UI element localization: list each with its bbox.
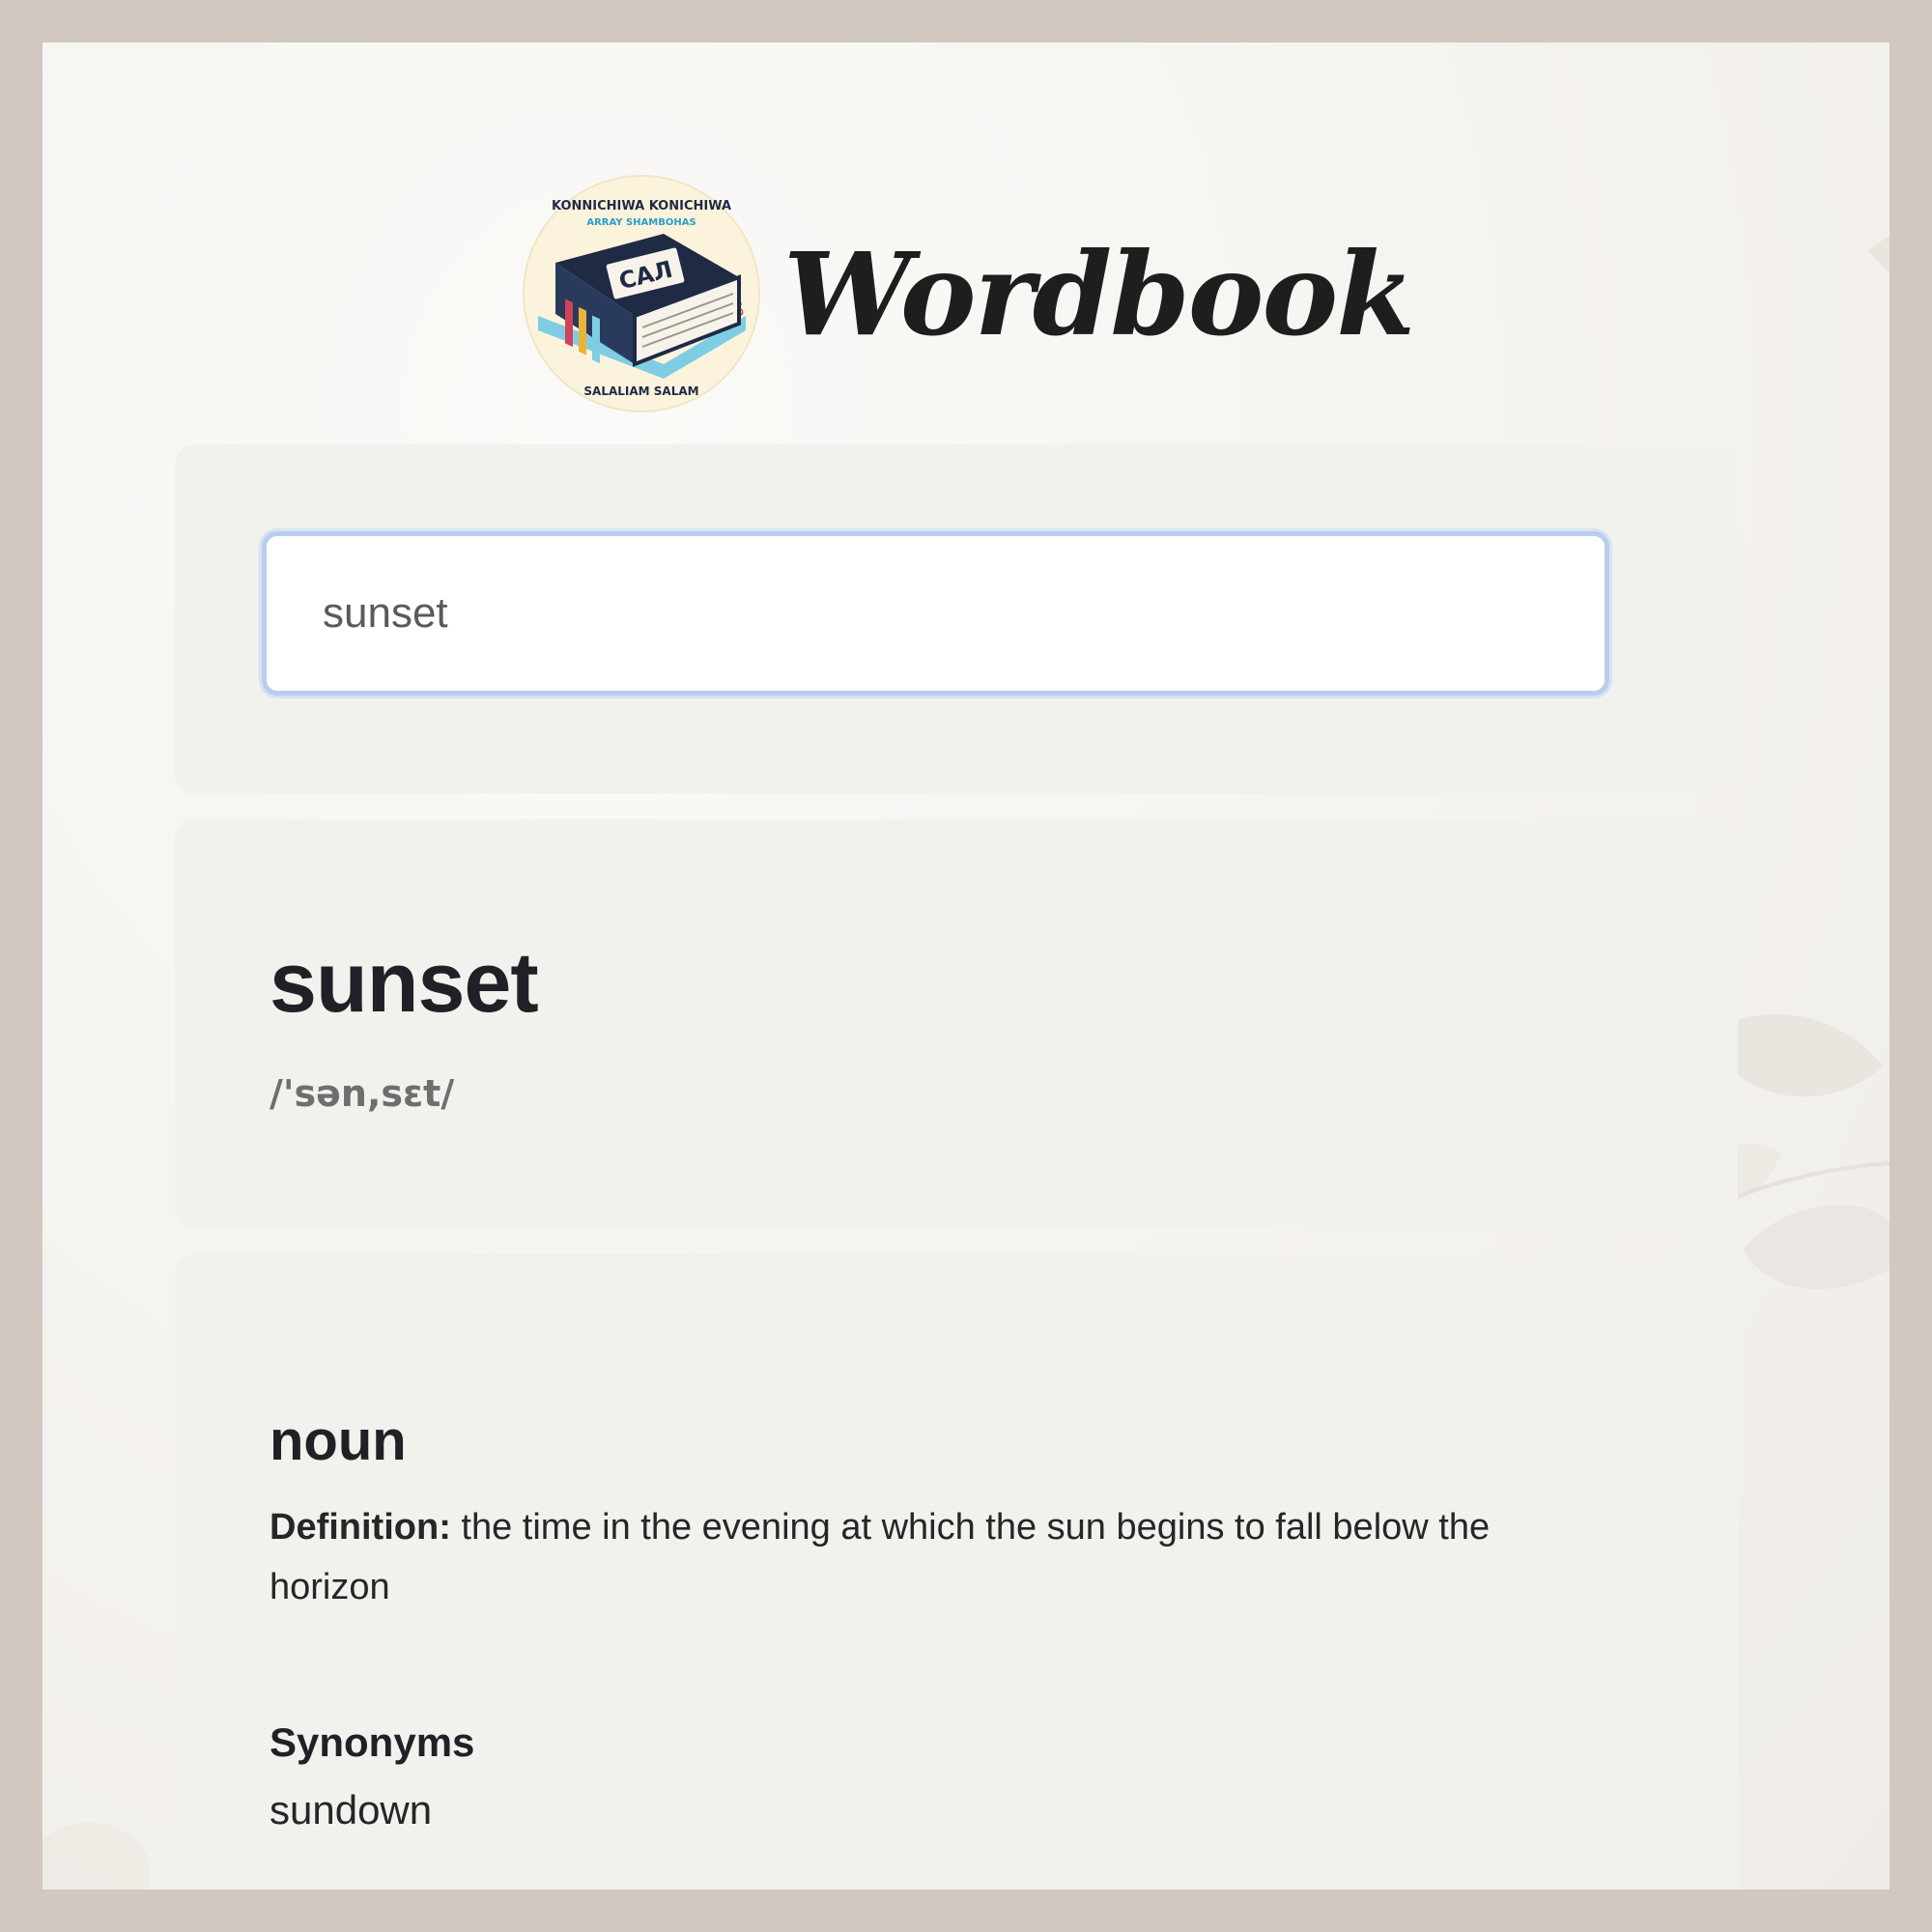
app-header: KONNICHIWA KONICHIWA ARRAY SHAMBOHAS SAL… [43, 168, 1889, 419]
search-card [175, 444, 1738, 794]
app-window: KONNICHIWA KONICHIWA ARRAY SHAMBOHAS SAL… [43, 43, 1889, 1889]
word-title: sunset [270, 934, 539, 1030]
logo-ring-text-bottom: SALALIAM SALAM [583, 384, 698, 398]
search-input[interactable] [262, 531, 1609, 696]
logo-ring-text-sub: ARRAY SHAMBOHAS [586, 217, 696, 228]
synonyms-list: sundown [270, 1787, 433, 1833]
part-of-speech: noun [270, 1409, 407, 1472]
phonetic-text: /'sən,sɛt/ [270, 1072, 455, 1115]
definition-body: the time in the evening at which the sun… [270, 1507, 1491, 1607]
definition-label: Definition: [270, 1507, 451, 1548]
word-header-card: sunset /'sən,sɛt/ [175, 819, 1738, 1229]
synonyms-title: Synonyms [270, 1719, 475, 1765]
app-title: Wordbook [783, 226, 1415, 361]
book-logo-icon: KONNICHIWA KONICHIWA ARRAY SHAMBOHAS SAL… [523, 175, 761, 412]
meaning-card: noun Definition: the time in the evening… [175, 1254, 1738, 1889]
definition-text: Definition: the time in the evening at w… [270, 1497, 1593, 1617]
logo-ring-text-top: KONNICHIWA KONICHIWA [552, 199, 731, 213]
